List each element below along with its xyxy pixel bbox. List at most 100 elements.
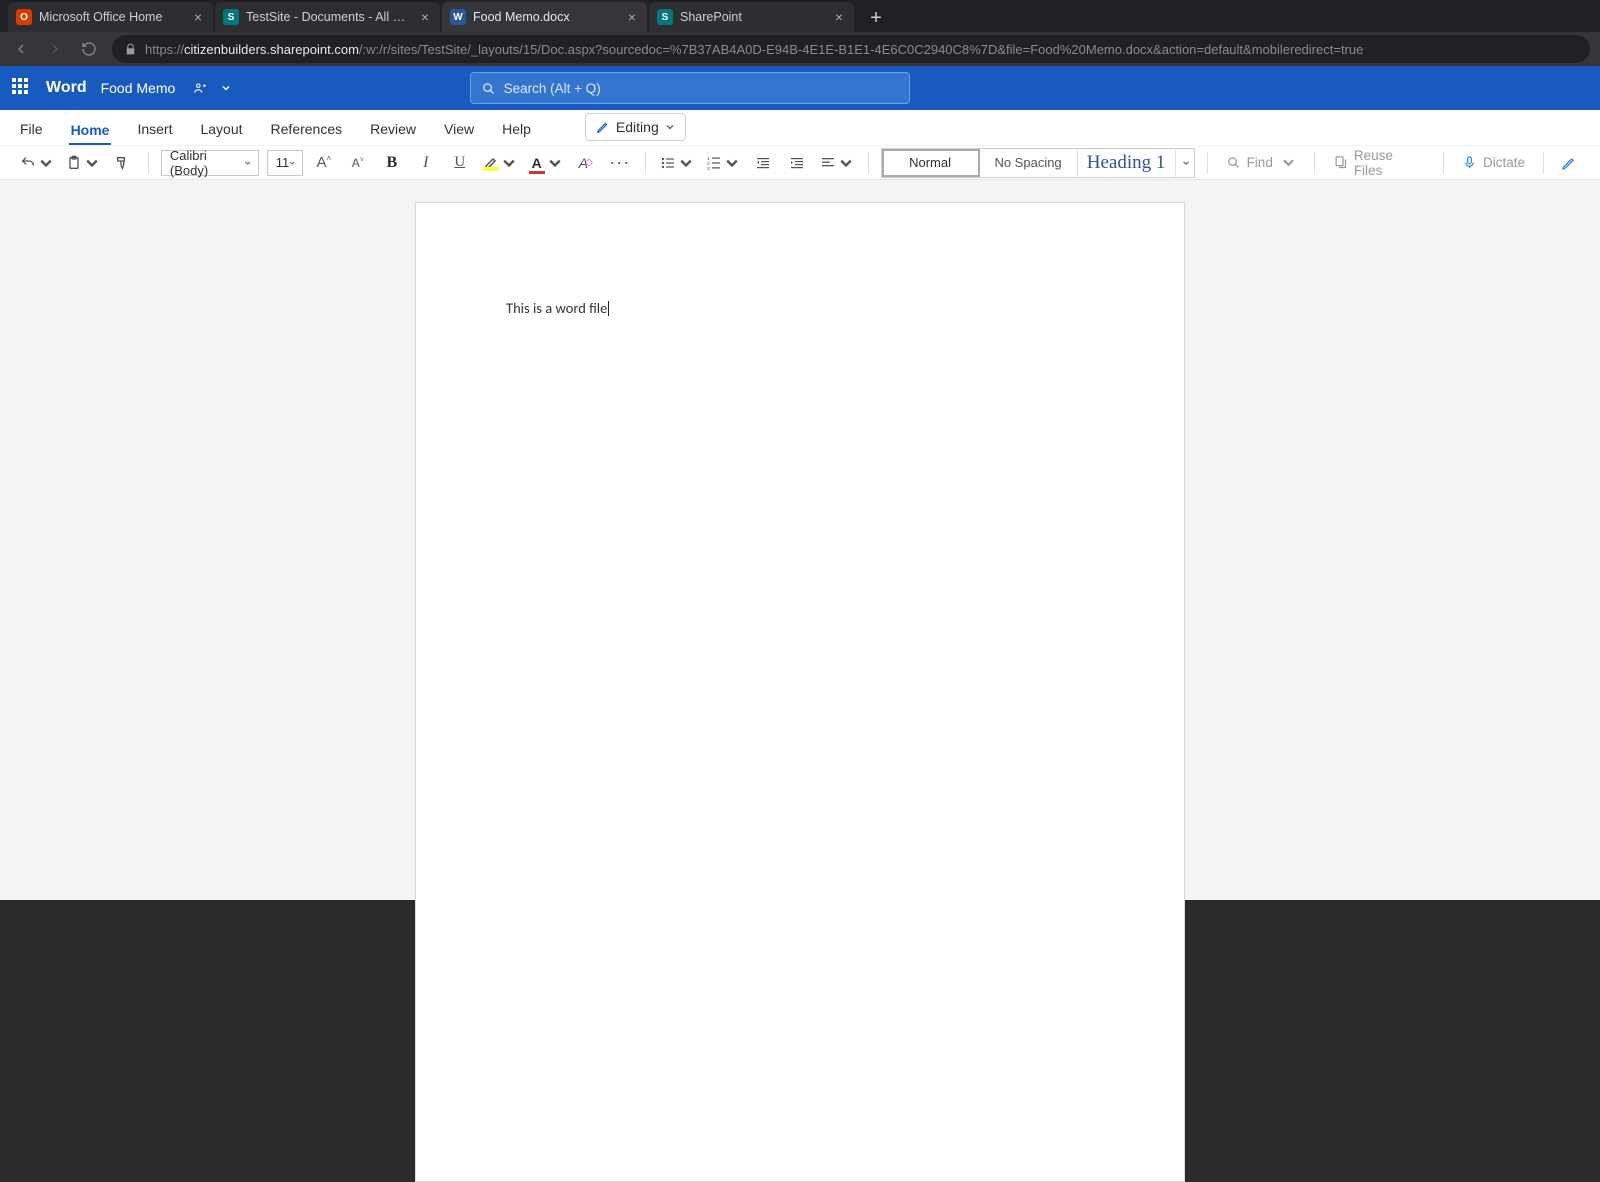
- style-no-spacing[interactable]: No Spacing: [980, 149, 1078, 177]
- paste-button[interactable]: [64, 150, 102, 176]
- tab-title: Microsoft Office Home: [39, 10, 184, 24]
- increase-indent-button[interactable]: [784, 150, 810, 176]
- office-favicon-icon: O: [16, 9, 32, 25]
- chevron-down-icon: [289, 159, 296, 167]
- ribbon-tab-home[interactable]: Home: [69, 116, 112, 146]
- highlight-button[interactable]: [481, 150, 519, 176]
- forward-button[interactable]: [44, 38, 66, 60]
- reload-button[interactable]: [78, 38, 100, 60]
- mode-label: Editing: [616, 119, 659, 135]
- decrease-indent-button[interactable]: [750, 150, 776, 176]
- more-formatting-button[interactable]: ···: [607, 150, 633, 176]
- new-tab-button[interactable]: +: [862, 4, 890, 32]
- chevron-down-icon: [84, 155, 100, 171]
- app-name[interactable]: Word: [46, 79, 87, 97]
- search-placeholder: Search (Alt + Q): [504, 81, 601, 96]
- text-cursor: [608, 301, 609, 316]
- styles-gallery: Normal No Spacing Heading 1: [881, 148, 1195, 178]
- chevron-down-icon: [665, 122, 675, 132]
- numbering-icon: 123: [706, 155, 722, 171]
- ribbon-tab-review[interactable]: Review: [368, 115, 418, 145]
- close-tab-icon[interactable]: ×: [418, 10, 432, 24]
- ribbon-tab-view[interactable]: View: [442, 115, 476, 145]
- separator: [1314, 152, 1315, 174]
- document-page[interactable]: This is a word file: [415, 202, 1185, 1182]
- sharepoint-favicon-icon: S: [657, 9, 673, 25]
- url-input[interactable]: https://citizenbuilders.sharepoint.com/:…: [112, 35, 1590, 63]
- chevron-down-icon: [724, 155, 740, 171]
- font-size-value: 11: [276, 155, 290, 170]
- close-tab-icon[interactable]: ×: [625, 10, 639, 24]
- bullets-button[interactable]: [658, 150, 696, 176]
- ribbon-tab-file[interactable]: File: [18, 115, 45, 145]
- document-canvas[interactable]: This is a word file: [0, 180, 1600, 900]
- back-button[interactable]: [10, 38, 32, 60]
- italic-button[interactable]: I: [413, 150, 439, 176]
- document-name[interactable]: Food Memo: [101, 80, 176, 96]
- pen-icon: [1561, 155, 1577, 171]
- search-input[interactable]: Search (Alt + Q): [470, 72, 910, 104]
- align-left-icon: [820, 155, 836, 171]
- font-name-select[interactable]: Calibri (Body): [161, 150, 259, 176]
- pen-icon: [596, 120, 610, 134]
- browser-tab[interactable]: S TestSite - Documents - All Docu… ×: [215, 2, 440, 32]
- undo-button[interactable]: [18, 150, 56, 176]
- separator: [1543, 152, 1544, 174]
- close-tab-icon[interactable]: ×: [191, 10, 205, 24]
- styles-more-button[interactable]: [1176, 149, 1194, 177]
- ribbon-tab-references[interactable]: References: [269, 115, 345, 145]
- shrink-font-button[interactable]: A˅: [345, 150, 371, 176]
- share-chevron-icon[interactable]: [221, 83, 231, 93]
- indent-icon: [789, 155, 805, 171]
- separator: [148, 152, 149, 174]
- tab-title: TestSite - Documents - All Docu…: [246, 10, 411, 24]
- chevron-down-icon: [838, 155, 854, 171]
- font-color-button[interactable]: A: [527, 150, 565, 176]
- document-body-text[interactable]: This is a word file: [506, 299, 607, 317]
- search-icon: [481, 81, 496, 96]
- underline-button[interactable]: U: [447, 150, 473, 176]
- suite-bar: Word Food Memo Search (Alt + Q): [0, 66, 1600, 110]
- tab-title: Food Memo.docx: [473, 10, 618, 24]
- style-normal[interactable]: Normal: [882, 149, 980, 177]
- bold-button[interactable]: B: [379, 150, 405, 176]
- chevron-down-icon: [1182, 159, 1190, 167]
- dictate-button[interactable]: Dictate: [1456, 155, 1531, 170]
- highlighter-icon: [483, 155, 499, 171]
- chevron-down-icon: [244, 159, 252, 167]
- separator: [1207, 152, 1208, 174]
- ribbon-tab-layout[interactable]: Layout: [198, 115, 244, 145]
- font-size-select[interactable]: 11: [267, 150, 303, 176]
- ribbon-tab-insert[interactable]: Insert: [135, 115, 174, 145]
- ribbon-toolbar: Calibri (Body) 11 A˄ A˅ B I U A A◇ ··· 1…: [0, 146, 1600, 180]
- close-tab-icon[interactable]: ×: [832, 10, 846, 24]
- lock-icon: [124, 43, 137, 56]
- files-icon: [1333, 155, 1348, 170]
- ribbon-tab-help[interactable]: Help: [500, 115, 533, 145]
- ribbon-tabs: File Home Insert Layout References Revie…: [0, 110, 1600, 146]
- share-indicator-icon[interactable]: [193, 81, 207, 95]
- chevron-down-icon: [501, 155, 517, 171]
- numbering-button[interactable]: 123: [704, 150, 742, 176]
- reuse-files-button[interactable]: Reuse Files: [1327, 148, 1431, 178]
- style-heading-1[interactable]: Heading 1: [1078, 149, 1176, 177]
- outdent-icon: [755, 155, 771, 171]
- find-button[interactable]: Find: [1220, 155, 1302, 170]
- browser-tab-active[interactable]: W Food Memo.docx ×: [442, 2, 647, 32]
- tab-title: SharePoint: [680, 10, 825, 24]
- format-painter-button[interactable]: [110, 150, 136, 176]
- browser-tab[interactable]: S SharePoint ×: [649, 2, 854, 32]
- bullets-icon: [660, 155, 676, 171]
- editor-button[interactable]: [1556, 150, 1582, 176]
- browser-tab[interactable]: O Microsoft Office Home ×: [8, 2, 213, 32]
- browser-address-bar: https://citizenbuilders.sharepoint.com/:…: [0, 32, 1600, 66]
- app-launcher-button[interactable]: [12, 78, 32, 98]
- align-button[interactable]: [818, 150, 856, 176]
- svg-text:3: 3: [707, 165, 710, 170]
- font-name-value: Calibri (Body): [170, 148, 244, 178]
- clear-formatting-button[interactable]: A◇: [573, 150, 599, 176]
- url-text: https://citizenbuilders.sharepoint.com/:…: [145, 42, 1363, 57]
- separator: [1443, 152, 1444, 174]
- mode-switcher-button[interactable]: Editing: [585, 113, 686, 141]
- grow-font-button[interactable]: A˄: [311, 150, 337, 176]
